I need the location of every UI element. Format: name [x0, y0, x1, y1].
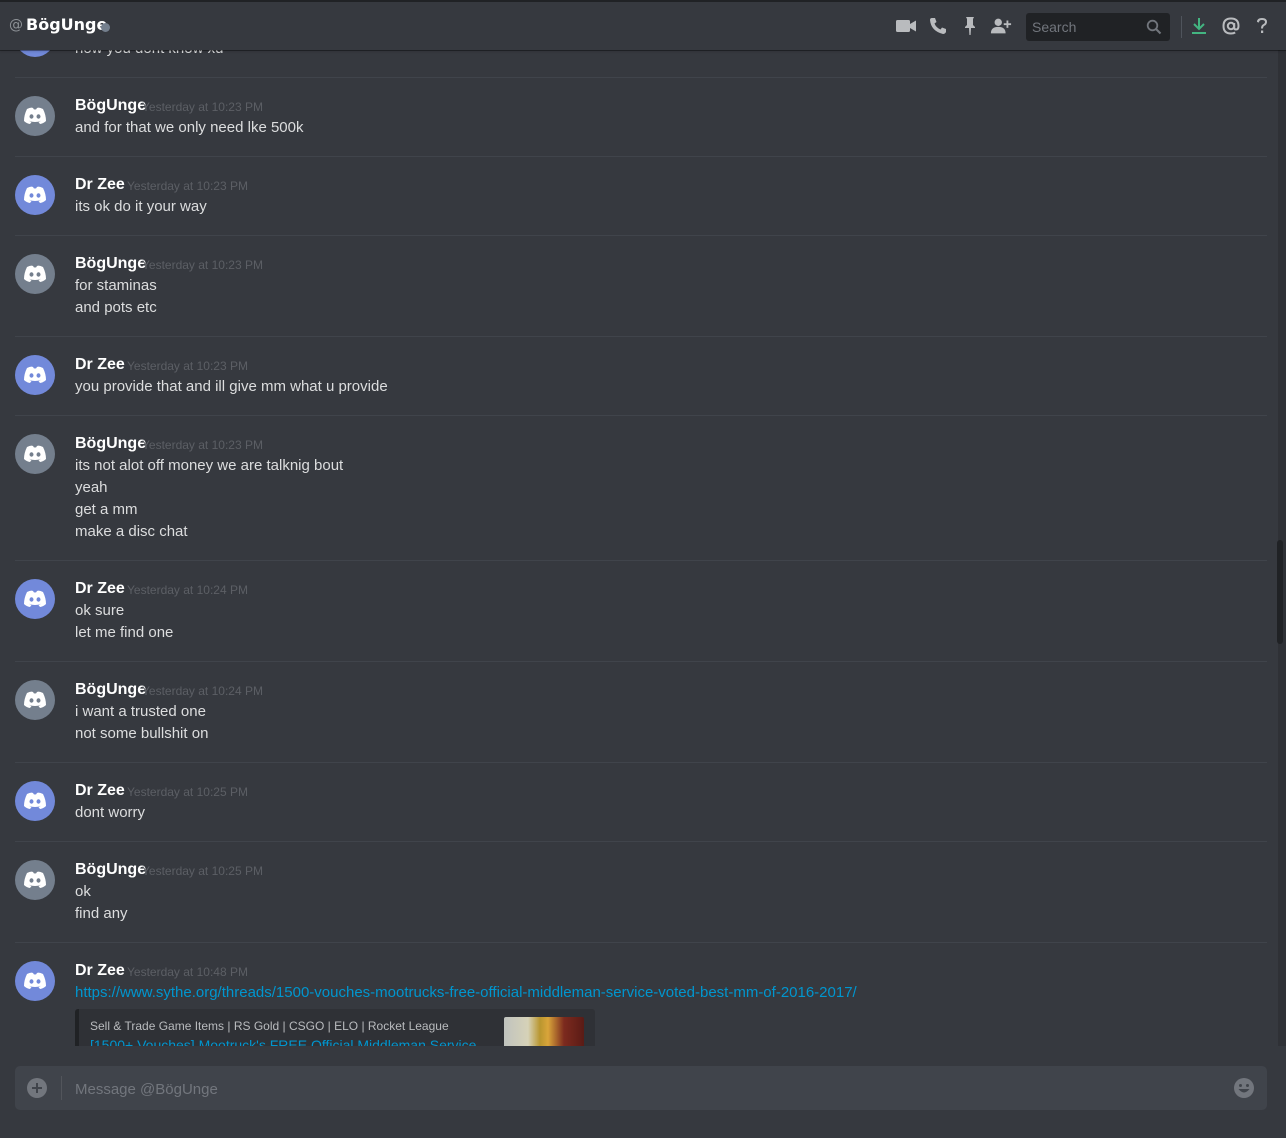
- mention-icon[interactable]: [1220, 15, 1242, 37]
- message-text: and for that we only need lke 500k: [75, 119, 304, 136]
- username[interactable]: Dr Zee: [75, 782, 125, 800]
- discord-logo-icon: [24, 972, 46, 989]
- message-divider: [15, 415, 1267, 416]
- message-text: ok sure: [75, 602, 125, 619]
- username[interactable]: BögUnge: [75, 97, 146, 115]
- timestamp: Yesterday at 10:24 PM: [142, 684, 263, 698]
- composer-separator: [61, 1076, 62, 1100]
- embed-provider[interactable]: Sell & Trade Game Items | RS Gold | CSGO…: [90, 1019, 449, 1033]
- message-link[interactable]: https://www.sythe.org/threads/1500-vouch…: [75, 984, 857, 1001]
- avatar[interactable]: [15, 860, 55, 900]
- username[interactable]: BögUnge: [75, 255, 146, 273]
- message-text: i want a trusted one: [75, 703, 206, 720]
- message-divider: [15, 235, 1267, 236]
- message-text: ok: [75, 883, 91, 900]
- username[interactable]: Dr Zee: [75, 962, 125, 980]
- emoji-icon: [1234, 1078, 1254, 1098]
- avatar[interactable]: [15, 680, 55, 720]
- status-indicator: [101, 23, 110, 32]
- download-icon[interactable]: [1188, 15, 1210, 37]
- header-separator: [1181, 16, 1182, 38]
- discord-logo-icon: [24, 871, 46, 888]
- timestamp: Yesterday at 10:23 PM: [142, 438, 263, 452]
- discord-logo-icon: [24, 590, 46, 607]
- username[interactable]: Dr Zee: [75, 356, 125, 374]
- discord-logo-icon: [24, 265, 46, 282]
- voice-call-icon[interactable]: [927, 15, 949, 37]
- message-text: get a mm: [75, 501, 138, 518]
- discord-logo-icon: [24, 792, 46, 809]
- upload-button[interactable]: [27, 1078, 47, 1098]
- avatar[interactable]: [15, 254, 55, 294]
- help-icon[interactable]: [1251, 15, 1273, 37]
- avatar[interactable]: [15, 434, 55, 474]
- message-divider: [15, 942, 1267, 943]
- discord-logo-icon: [24, 366, 46, 383]
- timestamp: Yesterday at 10:25 PM: [127, 785, 248, 799]
- username[interactable]: Dr Zee: [75, 176, 125, 194]
- search-box[interactable]: [1026, 13, 1170, 41]
- message-text: yeah: [75, 479, 108, 496]
- message-text: not some bullshit on: [75, 725, 209, 742]
- message-text: for staminas: [75, 277, 157, 294]
- avatar[interactable]: [15, 781, 55, 821]
- message-divider: [15, 841, 1267, 842]
- username[interactable]: BögUnge: [75, 861, 146, 879]
- timestamp: Yesterday at 10:23 PM: [127, 359, 248, 373]
- message-input[interactable]: [73, 1066, 1227, 1112]
- scrollbar-thumb[interactable]: [1277, 540, 1283, 644]
- message-text: its not alot off money we are talknig bo…: [75, 457, 344, 474]
- message-text: you provide that and ill give mm what u …: [75, 378, 388, 395]
- plus-icon: [32, 1083, 42, 1093]
- message-text: make a disc chat: [75, 523, 188, 540]
- message-divider: [15, 77, 1267, 78]
- message-text: its ok do it your way: [75, 198, 207, 215]
- message-composer: [15, 1066, 1267, 1112]
- dm-window: now you dont know xd BögUnge Yesterday a…: [0, 0, 1286, 1138]
- add-friend-icon[interactable]: [990, 15, 1012, 37]
- discord-logo-icon: [24, 691, 46, 708]
- username[interactable]: BögUnge: [75, 435, 146, 453]
- at-icon: @: [9, 17, 23, 33]
- avatar[interactable]: [15, 175, 55, 215]
- discord-logo-icon: [24, 445, 46, 462]
- message-text: let me find one: [75, 624, 174, 641]
- avatar[interactable]: [15, 96, 55, 136]
- timestamp: Yesterday at 10:25 PM: [142, 864, 263, 878]
- emoji-picker-button[interactable]: [1233, 1077, 1255, 1099]
- message-divider: [15, 336, 1267, 337]
- timestamp: Yesterday at 10:23 PM: [142, 100, 263, 114]
- avatar[interactable]: [15, 355, 55, 395]
- username[interactable]: Dr Zee: [75, 580, 125, 598]
- message-text: find any: [75, 905, 128, 922]
- discord-logo-icon: [24, 107, 46, 124]
- timestamp: Yesterday at 10:23 PM: [142, 258, 263, 272]
- avatar[interactable]: [15, 579, 55, 619]
- video-call-icon[interactable]: [895, 15, 917, 37]
- message-divider: [15, 156, 1267, 157]
- avatar[interactable]: [15, 961, 55, 1001]
- message-text: dont worry: [75, 804, 146, 821]
- search-icon[interactable]: [1146, 19, 1162, 39]
- timestamp: Yesterday at 10:24 PM: [127, 583, 248, 597]
- timestamp: Yesterday at 10:48 PM: [127, 965, 248, 979]
- channel-header: @ BögUnge: [0, 0, 1286, 50]
- message-text: and pots etc: [75, 299, 157, 316]
- embed-thumbnail[interactable]: [504, 1017, 584, 1046]
- message-divider: [15, 560, 1267, 561]
- discord-logo-icon: [24, 186, 46, 203]
- message-divider: [15, 762, 1267, 763]
- message-list[interactable]: now you dont know xd BögUnge Yesterday a…: [0, 0, 1278, 1046]
- search-input[interactable]: [1026, 13, 1144, 41]
- message-divider: [15, 661, 1267, 662]
- pin-icon[interactable]: [959, 15, 981, 37]
- username[interactable]: BögUnge: [75, 681, 146, 699]
- dm-recipient-name[interactable]: BögUnge: [26, 15, 107, 34]
- link-embed: Sell & Trade Game Items | RS Gold | CSGO…: [75, 1009, 595, 1046]
- timestamp: Yesterday at 10:23 PM: [127, 179, 248, 193]
- embed-title[interactable]: [1500+ Vouches] Mootruck's FREE Official…: [90, 1037, 476, 1046]
